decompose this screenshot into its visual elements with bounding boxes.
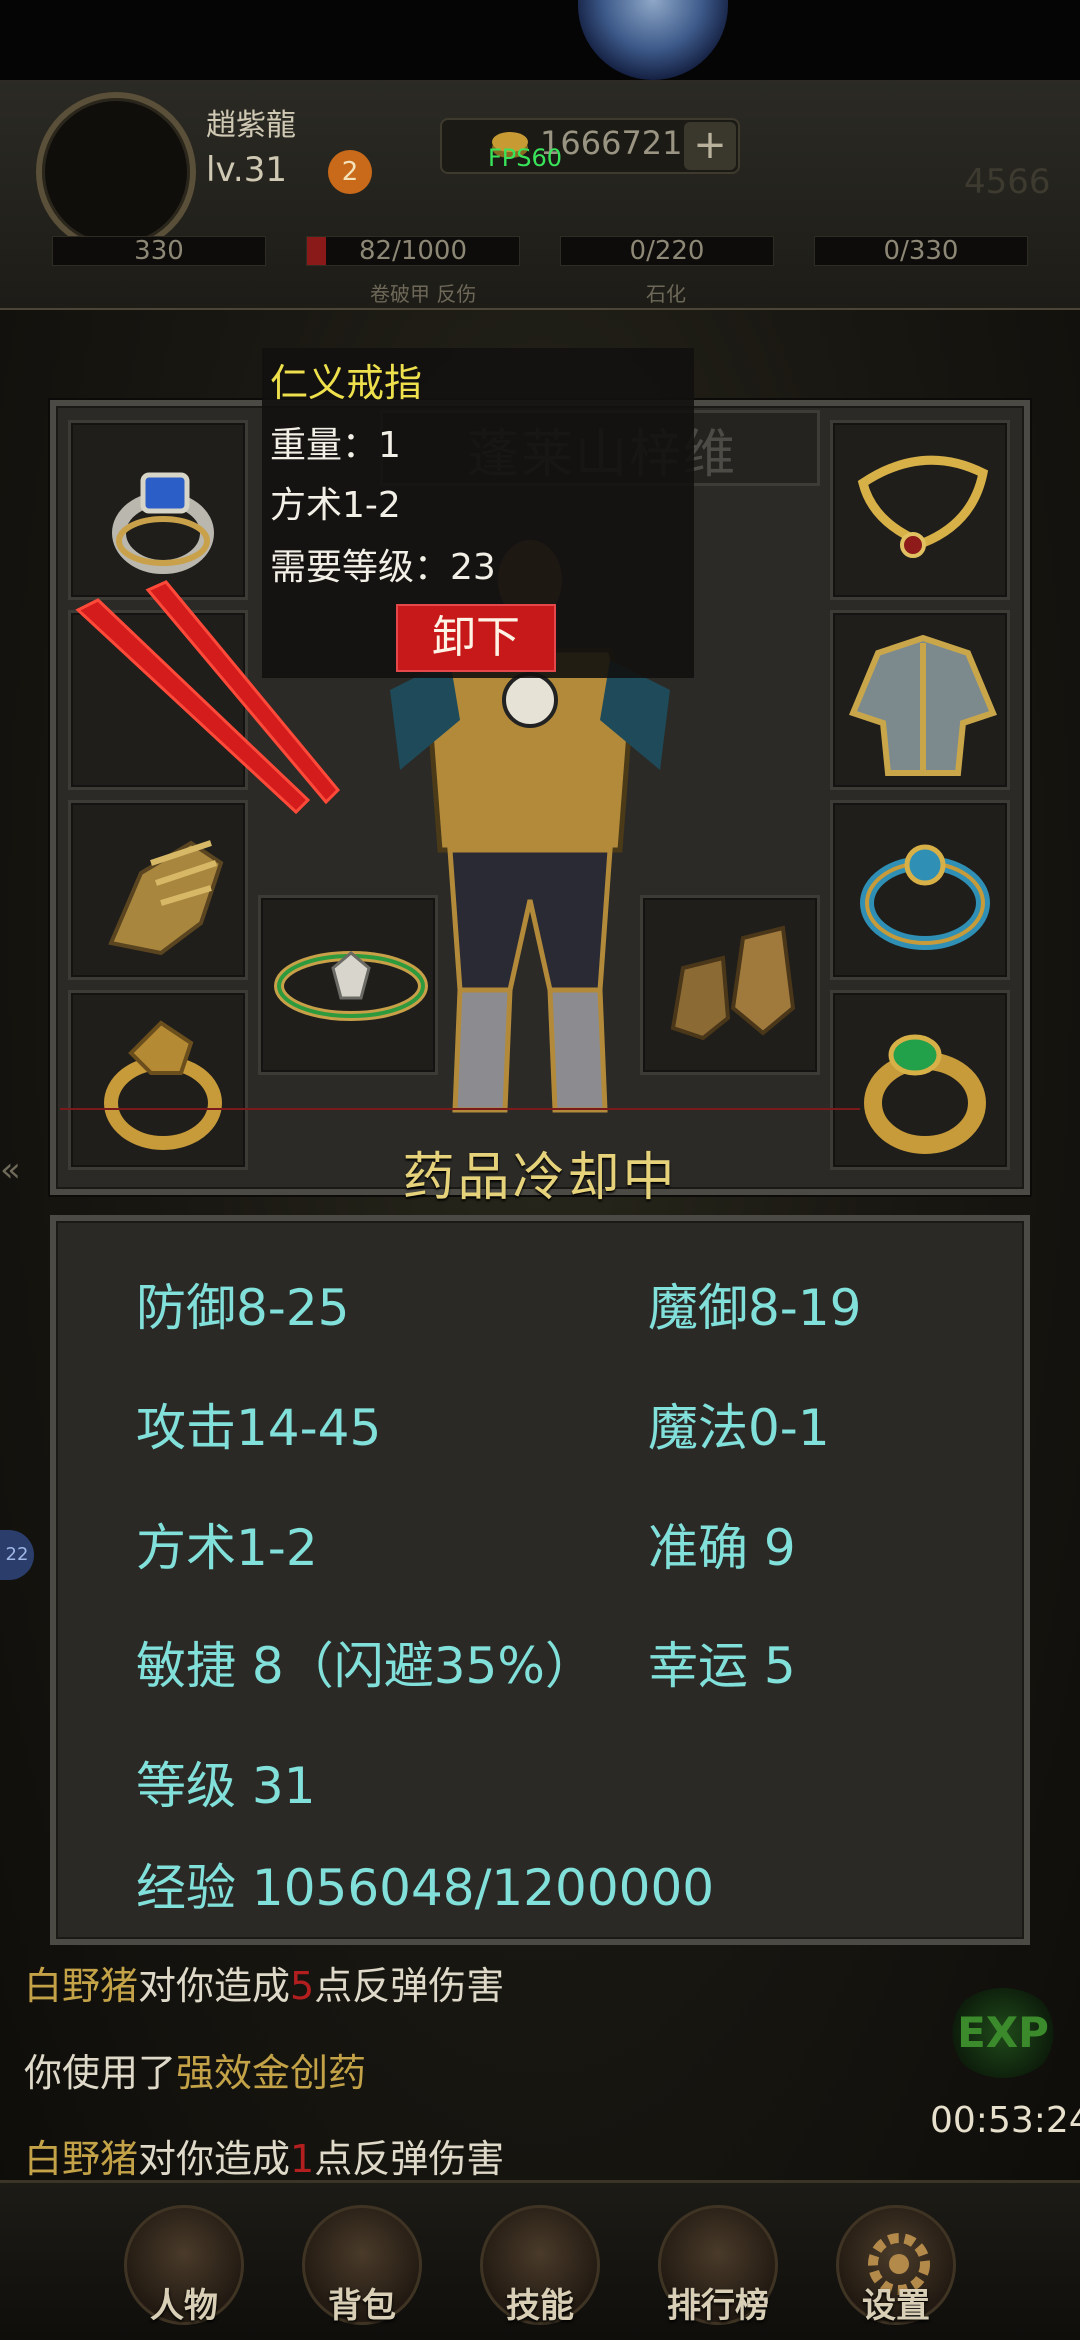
exp-orb-icon[interactable]: EXP [948,1988,1058,2078]
stat-bar-1: 330 [52,236,266,266]
stat-defense: 防御8-25 [136,1279,350,1337]
stat-bar-3: 0/220 [560,236,774,266]
stat-sub-label-2: 卷破甲 反伤 [370,282,477,306]
gold-armor-icon [848,634,998,776]
player-level: lv.31 [206,150,287,190]
equip-slot-armor[interactable] [830,610,1010,790]
stat-magic: 魔法0-1 [648,1399,830,1457]
nav-label-skills: 技能 [506,2286,574,2326]
chat-line: 白野猪对你造成5点反弹伤害 [24,1964,505,2008]
power-value: 4566 [964,162,1051,202]
session-timer: 00:53:24 [930,2100,1080,2141]
stat-level: 等级 31 [136,1757,316,1815]
chat-line: 白野猪对你造成1点反弹伤害 [24,2137,505,2181]
equip-slot-ring-left[interactable] [68,420,248,600]
stat-agility: 敏捷 8（闪避35%） [136,1637,595,1695]
cooldown-status: 药品冷却中 [402,1148,678,1208]
top-status-strip [0,0,1080,80]
stat-taoism: 方术1-2 [136,1519,318,1577]
ring-blue-gem-icon [112,472,214,574]
tooltip-required-level: 需要等级：23 [270,547,496,588]
stat-bar-2: 82/1000 [306,236,520,266]
stat-experience: 经验 1056048/1200000 [136,1859,715,1917]
equip-slot-ring-blue[interactable] [830,800,1010,980]
expand-arrow-icon[interactable]: « [0,1150,21,1190]
blue-ring-icon [860,844,990,950]
level-badge: 2 [328,150,372,194]
gold-necklace-icon [857,455,989,558]
stat-magic-defense: 魔御8-19 [648,1279,862,1337]
stat-luck: 幸运 5 [648,1637,796,1695]
stat-accuracy: 准确 9 [648,1519,796,1577]
nav-label-character: 人物 [150,2286,218,2326]
tooltip-stat: 方术1-2 [270,485,401,526]
avatar[interactable] [36,92,196,252]
divider-line [60,1108,860,1110]
stat-bar-4: 0/330 [814,236,1028,266]
nav-label-bag: 背包 [328,2286,396,2326]
add-gold-button[interactable]: + [684,122,736,170]
stat-sub-label-3: 石化 [646,282,686,306]
equip-slot-necklace[interactable] [830,420,1010,600]
stat-attack: 攻击14-45 [136,1399,382,1457]
tooltip-weight: 重量：1 [270,425,401,466]
chat-line: 你使用了强效金创药 [24,2051,367,2095]
nav-label-ranking: 排行榜 [667,2286,769,2326]
unequip-button[interactable]: 卸下 [396,604,556,672]
nav-label-settings: 设置 [862,2286,930,2326]
tooltip-item-name: 仁义戒指 [270,361,423,405]
fps-counter: FPS60 [488,144,563,172]
player-name: 趙紫龍 [206,108,296,143]
